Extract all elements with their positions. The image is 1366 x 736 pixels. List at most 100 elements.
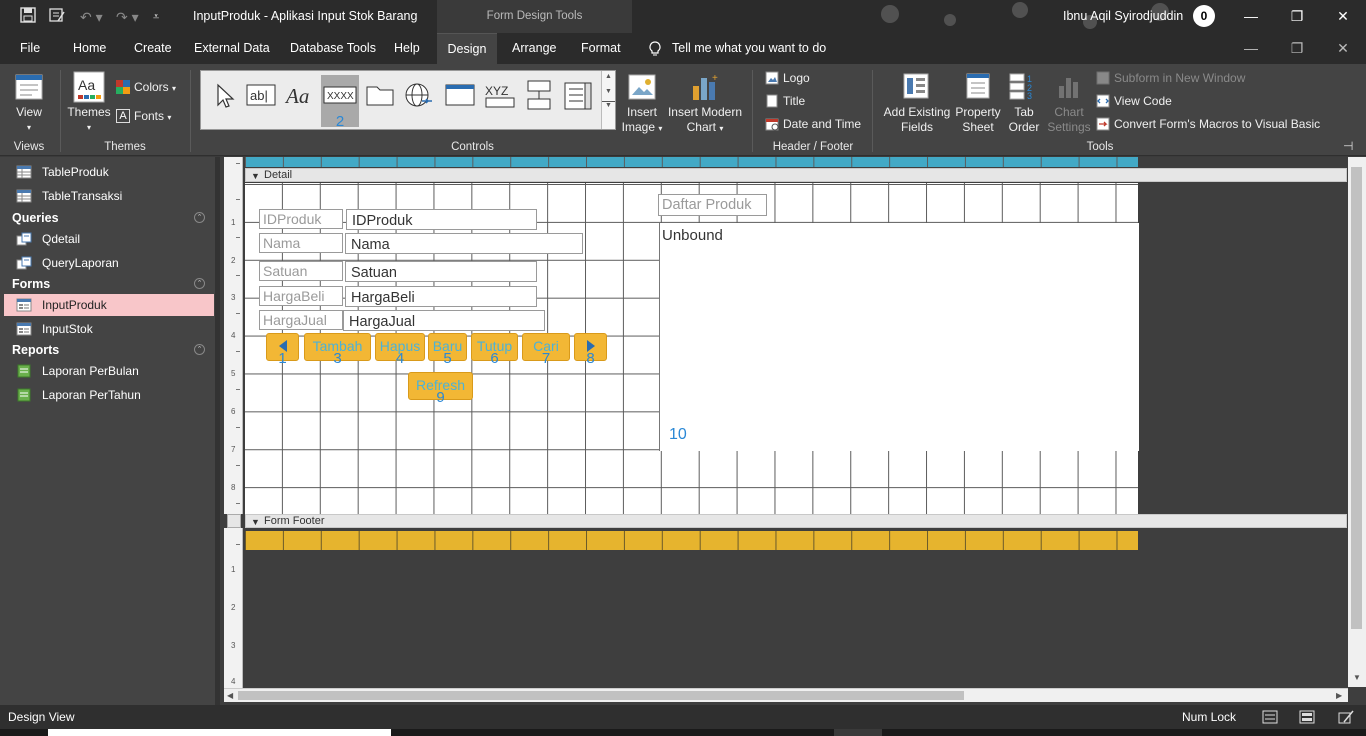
app-minimize-icon[interactable]: —	[1237, 36, 1265, 60]
form-footer-section-bar[interactable]: ▼ Form Footer	[245, 514, 1347, 528]
select-pointer-control[interactable]	[204, 75, 242, 127]
close-icon[interactable]: ✕	[1329, 4, 1357, 28]
gallery-more-icon[interactable]: ▼	[602, 101, 615, 109]
collapse-icon[interactable]: ⌃	[194, 344, 205, 355]
scroll-up-icon[interactable]: ▲	[602, 73, 615, 80]
label-hargabeli[interactable]: HargaBeli	[259, 286, 343, 306]
logo-button[interactable]: Logo	[783, 69, 810, 87]
tab-control[interactable]	[361, 75, 399, 127]
tab-arrange[interactable]: Arrange	[502, 33, 566, 64]
layout-view-icon[interactable]	[1299, 710, 1315, 724]
tab-order-button[interactable]: Tab Order	[1002, 105, 1046, 135]
hapus-button[interactable]: Hapus 4	[375, 333, 425, 367]
nav-section-forms[interactable]: Forms ⌃	[0, 273, 215, 295]
add-existing-fields-button[interactable]: Add Existing Fields	[880, 105, 954, 135]
convert-macros-button[interactable]: Convert Form's Macros to Visual Basic	[1114, 115, 1320, 133]
nav-section-queries[interactable]: Queries ⌃	[0, 207, 215, 229]
tab-design[interactable]: Design	[437, 33, 497, 64]
save-icon[interactable]	[20, 7, 36, 27]
footer-section-selector[interactable]	[227, 514, 241, 528]
app-close-icon[interactable]: ✕	[1329, 36, 1357, 60]
textbox-hargabeli[interactable]: HargaBeli	[345, 286, 537, 307]
avatar[interactable]: 0	[1193, 5, 1215, 27]
nav-item-querylaporan[interactable]: QueryLaporan	[4, 252, 214, 274]
collapse-icon[interactable]: ⌃	[194, 212, 205, 223]
nav-item-laporan-pertahun[interactable]: Laporan PerTahun	[4, 384, 214, 406]
nav-item-inputstok[interactable]: InputStok	[4, 318, 214, 340]
scroll-left-arrow-icon[interactable]: ◀	[227, 691, 233, 700]
subform-control[interactable]: Unbound 10	[659, 223, 1139, 451]
controls-gallery-scroll[interactable]: ▲ ▼ ▼	[601, 71, 615, 129]
horizontal-scrollbar[interactable]: ◀ ▶	[224, 688, 1348, 702]
nav-section-reports[interactable]: Reports ⌃	[0, 339, 215, 361]
textbox-satuan[interactable]: Satuan	[345, 261, 537, 282]
minimize-icon[interactable]: —	[1237, 4, 1265, 28]
refresh-button[interactable]: Refresh 9	[408, 372, 473, 406]
date-time-button[interactable]: Date and Time	[783, 115, 861, 133]
label-satuan[interactable]: Satuan	[259, 261, 343, 281]
insert-image-button[interactable]: Insert Image ▾	[616, 105, 668, 136]
restore-icon[interactable]: ❐	[1283, 4, 1311, 28]
insert-page-break-control[interactable]	[559, 75, 597, 127]
textbox-idproduk[interactable]: IDProduk	[346, 209, 537, 230]
tab-format[interactable]: Format	[571, 33, 631, 64]
form-footer-band[interactable]	[245, 531, 1138, 550]
label-nama[interactable]: Nama	[259, 233, 343, 253]
tab-external-data[interactable]: External Data	[184, 33, 280, 64]
form-view-icon[interactable]	[1262, 710, 1278, 724]
previous-record-button[interactable]: 1	[266, 333, 299, 367]
nav-item-inputproduk[interactable]: InputProduk	[4, 294, 214, 316]
vertical-scroll-thumb[interactable]	[1351, 167, 1362, 629]
subform-label[interactable]: Daftar Produk	[658, 194, 767, 216]
nav-item-laporan-perbulan[interactable]: Laporan PerBulan	[4, 360, 214, 382]
hyperlink-control[interactable]	[400, 75, 438, 127]
title-button[interactable]: Title	[783, 92, 805, 110]
property-sheet-icon[interactable]	[964, 72, 992, 100]
view-icon[interactable]	[14, 72, 44, 102]
themes-icon[interactable]: Aa	[73, 71, 105, 103]
button-control[interactable]: XXXX 2	[321, 75, 359, 130]
horizontal-scroll-thumb[interactable]	[238, 691, 964, 700]
themes-dropdown-icon[interactable]: ▾	[65, 120, 113, 135]
tab-order-icon[interactable]: 123	[1008, 72, 1038, 100]
undo-icon[interactable]: ↶ ▾	[80, 7, 103, 27]
next-record-button[interactable]: 8	[574, 333, 607, 367]
view-dropdown-icon[interactable]: ▾	[8, 120, 50, 135]
scroll-right-arrow-icon[interactable]: ▶	[1336, 691, 1342, 700]
fonts-button[interactable]: Fonts ▾	[134, 107, 171, 125]
textbox-hargajual[interactable]: HargaJual	[343, 310, 545, 331]
pin-ribbon-icon[interactable]: ⊣	[1343, 139, 1353, 153]
textbox-nama[interactable]: Nama	[345, 233, 583, 254]
option-group-control[interactable]	[520, 75, 558, 127]
form-design-quick-icon[interactable]	[49, 7, 65, 27]
redo-icon[interactable]: ↷ ▾	[116, 7, 139, 27]
customize-qat-icon[interactable]: ⩡	[153, 7, 159, 27]
collapse-icon[interactable]: ⌃	[194, 278, 205, 289]
user-name[interactable]: Ibnu Aqil Syirodjuddin	[1063, 9, 1183, 23]
design-view-icon[interactable]	[1338, 710, 1354, 724]
scroll-down-arrow-icon[interactable]: ▼	[1353, 673, 1361, 682]
insert-modern-chart-icon[interactable]: +	[690, 72, 722, 102]
property-sheet-button[interactable]: Property Sheet	[952, 105, 1004, 135]
colors-button[interactable]: Colors ▾	[134, 78, 176, 96]
tutup-button[interactable]: Tutup 6	[471, 333, 518, 367]
navigation-control[interactable]: XYZ	[481, 75, 519, 127]
nav-item-qdetail[interactable]: Qdetail	[4, 228, 214, 250]
scroll-down-icon[interactable]: ▼	[602, 88, 615, 95]
web-browser-control[interactable]	[441, 75, 479, 127]
view-button[interactable]: View	[8, 105, 50, 120]
label-control[interactable]: Aa	[282, 75, 320, 127]
tab-database-tools[interactable]: Database Tools	[280, 33, 386, 64]
baru-button[interactable]: Baru 5	[428, 333, 467, 367]
app-restore-icon[interactable]: ❐	[1283, 36, 1311, 60]
tab-file[interactable]: File	[10, 33, 50, 64]
tab-help[interactable]: Help	[384, 33, 430, 64]
tab-home[interactable]: Home	[63, 33, 116, 64]
add-existing-fields-icon[interactable]	[902, 72, 930, 100]
nav-item-tableproduk[interactable]: TableProduk	[4, 161, 214, 183]
detail-section-bar[interactable]: ▼ Detail	[245, 168, 1347, 182]
view-code-button[interactable]: View Code	[1114, 92, 1172, 110]
tab-create[interactable]: Create	[124, 33, 182, 64]
tell-me-search[interactable]: Tell me what you want to do	[648, 33, 826, 64]
cari-button[interactable]: Cari 7	[522, 333, 570, 367]
